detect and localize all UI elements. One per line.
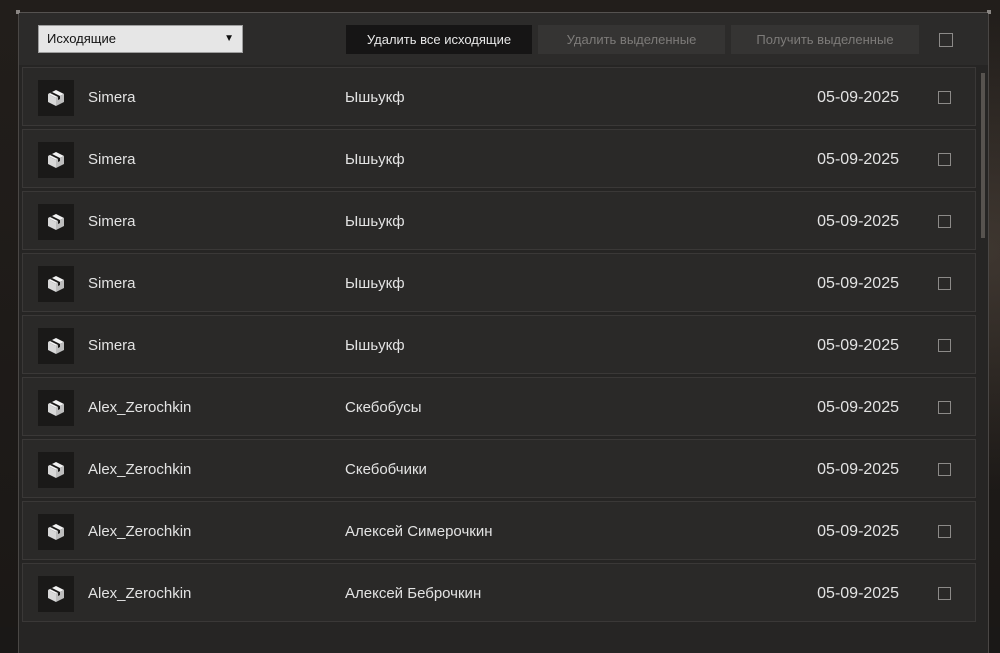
message-date: 05-09-2025 <box>817 399 899 416</box>
message-list: Simera Ышьукф 05-09-2025 Simera Ышьукф 0… <box>22 67 976 625</box>
message-sender: Simera <box>88 337 136 354</box>
package-box-icon <box>38 514 74 550</box>
message-checkbox[interactable] <box>938 277 951 290</box>
message-date: 05-09-2025 <box>817 523 899 540</box>
message-sender: Simera <box>88 213 136 230</box>
receive-selected-button[interactable]: Получить выделенные <box>731 25 919 54</box>
message-date: 05-09-2025 <box>817 461 899 478</box>
folder-select[interactable]: Исходящие ▼ <box>38 25 243 53</box>
toolbar: Исходящие ▼ Удалить все исходящие Удалит… <box>19 13 988 65</box>
message-checkbox[interactable] <box>938 525 951 538</box>
delete-selected-button[interactable]: Удалить выделенные <box>538 25 725 54</box>
message-row[interactable]: Simera Ышьукф 05-09-2025 <box>22 253 976 312</box>
package-box-icon <box>38 576 74 612</box>
message-subject: Ышьукф <box>345 213 405 230</box>
package-box-icon <box>38 142 74 178</box>
message-subject: Скебобчики <box>345 461 427 478</box>
message-subject: Алексей Симерочкин <box>345 523 493 540</box>
message-date: 05-09-2025 <box>817 151 899 168</box>
message-row[interactable]: Simera Ышьукф 05-09-2025 <box>22 67 976 126</box>
package-box-icon <box>38 80 74 116</box>
dropdown-arrow-icon: ▼ <box>224 33 234 44</box>
message-row[interactable]: Alex_Zerochkin Алексей Симерочкин 05-09-… <box>22 501 976 560</box>
message-sender: Simera <box>88 151 136 168</box>
folder-select-value: Исходящие <box>47 31 116 46</box>
package-box-icon <box>38 204 74 240</box>
message-row[interactable]: Alex_Zerochkin Скебобчики 05-09-2025 <box>22 439 976 498</box>
message-checkbox[interactable] <box>938 91 951 104</box>
package-box-icon <box>38 266 74 302</box>
message-sender: Simera <box>88 89 136 106</box>
message-row[interactable]: Alex_Zerochkin Алексей Беброчкин 05-09-2… <box>22 563 976 622</box>
message-subject: Ышьукф <box>345 275 405 292</box>
message-sender: Alex_Zerochkin <box>88 585 192 602</box>
message-subject: Скебобусы <box>345 399 422 416</box>
message-subject: Ышьукф <box>345 337 405 354</box>
message-date: 05-09-2025 <box>817 585 899 602</box>
message-row[interactable]: Alex_Zerochkin Скебобусы 05-09-2025 <box>22 377 976 436</box>
message-checkbox[interactable] <box>938 463 951 476</box>
message-row[interactable]: Simera Ышьукф 05-09-2025 <box>22 191 976 250</box>
message-row[interactable]: Simera Ышьукф 05-09-2025 <box>22 315 976 374</box>
message-checkbox[interactable] <box>938 339 951 352</box>
message-sender: Alex_Zerochkin <box>88 523 192 540</box>
package-box-icon <box>38 390 74 426</box>
package-box-icon <box>38 452 74 488</box>
message-subject: Ышьукф <box>345 151 405 168</box>
scrollbar-thumb[interactable] <box>981 73 985 238</box>
message-row[interactable]: Simera Ышьукф 05-09-2025 <box>22 129 976 188</box>
message-date: 05-09-2025 <box>817 337 899 354</box>
message-checkbox[interactable] <box>938 215 951 228</box>
mail-panel: Исходящие ▼ Удалить все исходящие Удалит… <box>16 10 991 653</box>
message-date: 05-09-2025 <box>817 213 899 230</box>
message-checkbox[interactable] <box>938 153 951 166</box>
message-checkbox[interactable] <box>938 401 951 414</box>
message-sender: Alex_Zerochkin <box>88 399 192 416</box>
select-all-checkbox[interactable] <box>939 33 953 47</box>
message-sender: Simera <box>88 275 136 292</box>
message-date: 05-09-2025 <box>817 89 899 106</box>
message-checkbox[interactable] <box>938 587 951 600</box>
package-box-icon <box>38 328 74 364</box>
message-date: 05-09-2025 <box>817 275 899 292</box>
message-sender: Alex_Zerochkin <box>88 461 192 478</box>
message-subject: Алексей Беброчкин <box>345 585 482 602</box>
message-subject: Ышьукф <box>345 89 405 106</box>
delete-all-outgoing-button[interactable]: Удалить все исходящие <box>346 25 532 54</box>
